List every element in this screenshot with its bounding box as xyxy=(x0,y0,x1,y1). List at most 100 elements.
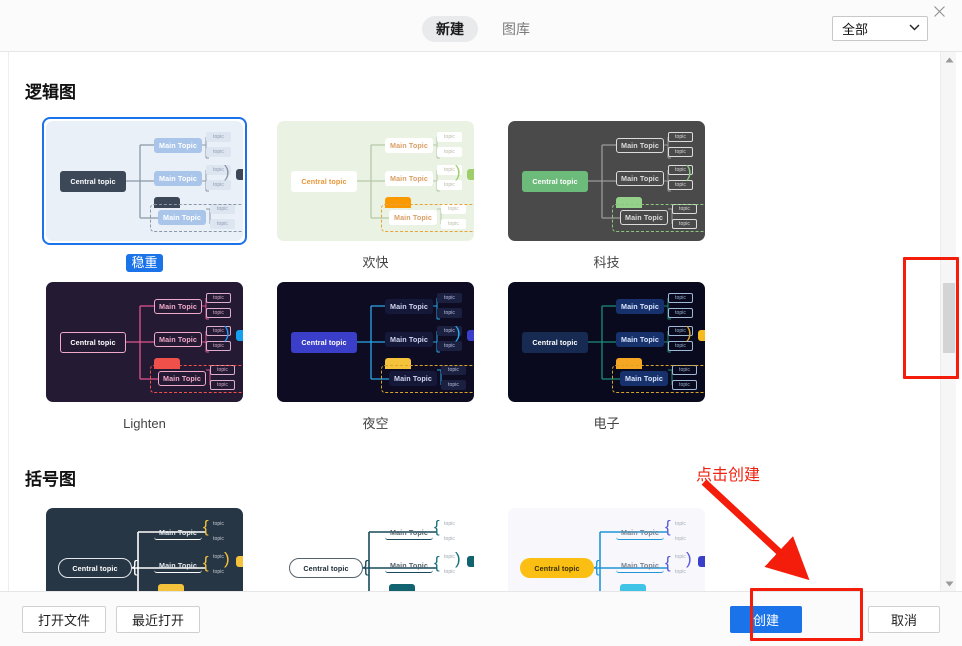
mindmap-node: Main Topic xyxy=(154,558,202,573)
template-thumbnail[interactable]: Central topicMain TopicMain TopicMain To… xyxy=(504,504,709,591)
mindmap-node: topic xyxy=(437,308,462,318)
mindmap-node: topic xyxy=(206,308,231,318)
recent-files-button[interactable]: 最近打开 xyxy=(116,606,200,633)
mindmap-boundary xyxy=(612,365,705,393)
mindmap-node: Central topic xyxy=(520,558,594,578)
mindmap-node: topic xyxy=(437,293,462,303)
mindmap-node: Main Topic xyxy=(616,558,664,573)
mindmap-node: topic xyxy=(668,293,693,303)
mindmap-brace-icon: ) xyxy=(224,550,230,567)
mindmap-node: Main Topic xyxy=(154,138,202,153)
cancel-button[interactable]: 取消 xyxy=(868,606,940,633)
mindmap-node: topic xyxy=(206,519,231,529)
category-filter-select[interactable]: 全部 xyxy=(832,16,928,41)
template-thumbnail[interactable]: Central topicMain TopicMain TopicMain To… xyxy=(273,504,478,591)
mindmap-node: Main Topic xyxy=(385,332,433,347)
mindmap-brace-icon: { xyxy=(203,518,209,535)
mindmap-brace-icon: ) xyxy=(686,550,692,567)
template-scroll-area[interactable]: 逻辑图 Central topic Main Topic Main Topic Main… xyxy=(8,52,946,591)
mindmap-node: Main Topic xyxy=(616,171,664,186)
template-card[interactable]: Central topicMain TopicMain TopicMain To… xyxy=(260,117,491,272)
close-icon[interactable] xyxy=(928,1,950,21)
mindmap-node: topic xyxy=(437,519,462,529)
template-grid: Central topic Main Topic Main Topic Main To… xyxy=(9,504,930,591)
annotation-box-scrollbar xyxy=(903,257,959,379)
mindmap-chip xyxy=(467,330,474,341)
template-card[interactable]: Central topicMain TopicMain TopicMain To… xyxy=(29,278,260,433)
mindmap-node: Main Topic xyxy=(385,299,433,314)
mindmap-node: topic xyxy=(668,147,693,157)
section-title: 括号图 xyxy=(25,465,930,490)
template-thumbnail[interactable]: Central topicMain TopicMain TopicMain To… xyxy=(42,278,247,406)
mindmap-chip xyxy=(236,169,243,180)
template-card[interactable]: Central topicMain TopicMain TopicMain To… xyxy=(29,117,260,272)
scroll-up-arrow-icon[interactable] xyxy=(941,52,957,67)
template-card[interactable]: Central topicMain TopicMain TopicMain To… xyxy=(29,504,260,591)
template-grid: Central topic Main Topic Main Topic Main To… xyxy=(9,117,930,439)
template-name: 夜空 xyxy=(357,415,393,433)
annotation-click-create-label: 点击创建 xyxy=(696,461,760,485)
mindmap-node: topic xyxy=(668,534,693,544)
mindmap-brace-icon: ) xyxy=(686,324,692,341)
template-thumbnail[interactable]: Central topicMain TopicMain TopicMain To… xyxy=(504,117,709,245)
template-preview: Central topicMain TopicMain TopicMain To… xyxy=(508,121,705,241)
mindmap-brace-icon: ) xyxy=(455,550,461,567)
mindmap-node: topic xyxy=(206,293,231,303)
template-name: 欢快 xyxy=(357,254,393,272)
template-thumbnail[interactable]: Central topicMain TopicMain TopicMain To… xyxy=(42,117,247,245)
mindmap-brace-icon: { xyxy=(665,518,671,535)
template-card[interactable]: Central topicMain TopicMain TopicMain To… xyxy=(491,117,722,272)
section-title: 逻辑图 xyxy=(25,78,930,103)
mindmap-node: topic xyxy=(206,132,231,142)
open-file-button[interactable]: 打开文件 xyxy=(22,606,106,633)
mindmap-brace-icon: ) xyxy=(224,324,230,341)
dialog-header: 新建 图库 全部 xyxy=(0,0,962,52)
mindmap-chip xyxy=(698,330,705,341)
mindmap-node: Main Topic xyxy=(616,332,664,347)
template-thumbnail[interactable]: Central topicMain TopicMain TopicMain To… xyxy=(273,278,478,406)
mindmap-brace-icon: ) xyxy=(686,163,692,180)
mindmap-brace-icon: { xyxy=(363,558,369,575)
mindmap-node: topic xyxy=(206,534,231,544)
mindmap-brace-icon: ) xyxy=(224,163,230,180)
template-thumbnail[interactable]: Central topicMain TopicMain TopicMain To… xyxy=(42,504,247,591)
mindmap-brace-icon: { xyxy=(594,558,600,575)
mindmap-brace-icon: { xyxy=(203,554,209,571)
mindmap-node: topic xyxy=(668,341,693,351)
template-sections: 逻辑图 Central topic Main Topic Main Topic Main… xyxy=(9,52,930,591)
mindmap-boundary xyxy=(381,365,474,393)
mindmap-chip xyxy=(467,169,474,180)
mindmap-node: Main Topic xyxy=(385,171,433,186)
tab-bar: 新建 图库 xyxy=(422,16,544,42)
template-card[interactable]: Central topicMain TopicMain TopicMain To… xyxy=(260,504,491,591)
template-preview: Central topicMain TopicMain TopicMain To… xyxy=(46,508,243,591)
mindmap-node: topic xyxy=(206,180,231,190)
template-thumbnail[interactable]: Central topicMain TopicMain TopicMain To… xyxy=(504,278,709,406)
template-card[interactable]: Central topicMain TopicMain TopicMain To… xyxy=(491,504,722,591)
tab-gallery[interactable]: 图库 xyxy=(488,16,544,42)
mindmap-node: Central topic xyxy=(522,171,588,192)
mindmap-node: topic xyxy=(437,147,462,157)
mindmap-brace-icon: { xyxy=(665,554,671,571)
mindmap-node: Central topic xyxy=(60,332,126,353)
scroll-down-arrow-icon[interactable] xyxy=(941,576,957,591)
template-thumbnail[interactable]: Central topicMain TopicMain TopicMain To… xyxy=(273,117,478,245)
template-card[interactable]: Central topicMain TopicMain TopicMain To… xyxy=(260,278,491,433)
mindmap-node: Main Topic xyxy=(385,138,433,153)
mindmap-node: topic xyxy=(206,567,231,577)
mindmap-brace-icon: ) xyxy=(455,163,461,180)
mindmap-node: topic xyxy=(437,341,462,351)
mindmap-node: Main Topic xyxy=(616,138,664,153)
tab-new[interactable]: 新建 xyxy=(422,16,478,42)
mindmap-boundary xyxy=(612,204,705,232)
template-preview: Central topicMain TopicMain TopicMain To… xyxy=(508,508,705,591)
mindmap-summary-tab xyxy=(389,584,415,591)
mindmap-node: Main Topic xyxy=(154,525,202,540)
template-card[interactable]: Central topicMain TopicMain TopicMain To… xyxy=(491,278,722,433)
mindmap-boundary xyxy=(150,204,243,232)
mindmap-node: topic xyxy=(437,567,462,577)
mindmap-node: Main Topic xyxy=(616,299,664,314)
mindmap-node: Main Topic xyxy=(385,525,433,540)
mindmap-node: Central topic xyxy=(291,332,357,353)
template-preview: Central topicMain TopicMain TopicMain To… xyxy=(277,282,474,402)
